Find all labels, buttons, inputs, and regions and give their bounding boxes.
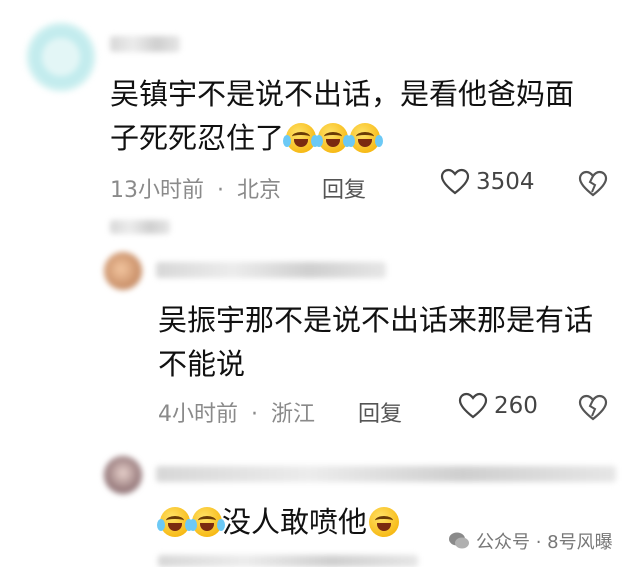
comment-text-body: 没人敢喷他 [222,505,368,539]
broken-heart-icon[interactable] [578,394,608,422]
broken-heart-icon[interactable] [578,170,608,198]
laughing-crying-emoji-icon [347,123,384,153]
laughing-crying-emoji-icon [189,507,225,537]
comment-line-2: 不能说 [158,347,246,381]
laughing-crying-emoji-icon [315,123,352,153]
laughing-crying-emoji-icon [283,123,320,153]
blurred-meta [158,555,418,567]
comment-location: 北京 [237,178,282,203]
reply-button[interactable]: 回复 [322,172,366,204]
comment-meta: 4小时前 · 浙江 [158,396,315,428]
avatar[interactable] [104,456,142,494]
avatar[interactable] [26,22,96,92]
blurred-text [110,220,170,234]
comment-line-1: 吴镇宇不是说不出话，是看他爸妈面 [110,77,575,111]
watermark: 公众号 · 8号风曝 [448,528,613,554]
comment-time: 4小时前 [158,402,238,427]
wechat-icon [449,532,469,549]
heart-outline-icon [458,392,488,419]
avatar[interactable] [104,252,142,290]
comment-time: 13小时前 [110,178,204,203]
laughing-emoji-icon [369,507,400,537]
heart-outline-icon [440,168,470,195]
laughing-crying-emoji-icon [157,507,193,537]
comment-location: 浙江 [271,402,316,427]
like-button[interactable]: 260 [458,392,538,420]
comment-line-2-text: 子死死忍住了 [110,121,285,155]
comment-text: 吴振宇那不是说不出话来那是有话 不能说 [158,298,628,386]
like-button[interactable]: 3504 [440,168,535,196]
separator: · [251,402,258,427]
comment-line-2: 子死死忍住了 [110,116,630,160]
separator: · [217,178,224,203]
reply-button[interactable]: 回复 [358,396,402,428]
username-blurred[interactable] [156,262,386,278]
username-blurred[interactable] [110,36,180,52]
username-blurred[interactable] [156,466,616,482]
comment-text: 吴镇宇不是说不出话，是看他爸妈面 子死死忍住了 [110,72,630,160]
comment-meta: 13小时前 · 北京 [110,172,281,204]
comment-line-1: 吴振宇那不是说不出话来那是有话 [158,303,594,337]
like-count: 260 [494,393,538,419]
watermark-text: 公众号 · 8号风曝 [476,532,613,553]
comment-text: 没人敢喷他 [157,500,458,544]
like-count: 3504 [476,169,535,195]
